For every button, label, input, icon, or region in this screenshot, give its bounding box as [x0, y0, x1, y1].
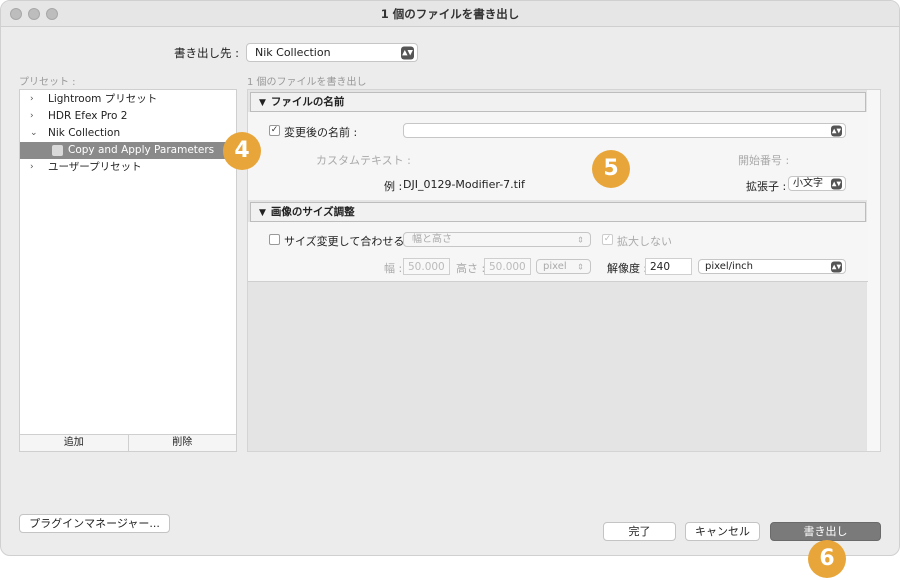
- height-input[interactable]: 50.000: [484, 258, 531, 275]
- add-preset-button[interactable]: 追加: [20, 435, 128, 451]
- start-number-label: 開始番号 :: [738, 154, 790, 167]
- image-sizing-header[interactable]: ▼ 画像のサイズ調整: [250, 202, 866, 222]
- preset-folder-label: Nik Collection: [48, 127, 121, 139]
- preset-folder-user[interactable]: › ユーザープリセット: [20, 159, 236, 176]
- height-label: 高さ :: [456, 262, 486, 275]
- settings-scrollbar[interactable]: [866, 90, 880, 451]
- image-sizing-title: 画像のサイズ調整: [270, 206, 355, 218]
- updown-arrow-icon: ▲▼: [831, 178, 842, 189]
- resize-mode-value: 幅と高さ: [412, 234, 452, 245]
- disclosure-triangle-icon: ▼: [259, 208, 266, 218]
- resize-mode-select[interactable]: 幅と高さ ⇕: [403, 232, 591, 247]
- resize-label: サイズ変更して合わせる :: [284, 235, 412, 248]
- dont-enlarge-label: 拡大しない: [617, 235, 672, 248]
- resolution-label: 解像度 :: [607, 262, 648, 275]
- export-count-label: 1 個のファイルを書き出し: [247, 77, 367, 88]
- chevron-right-icon: ›: [30, 94, 34, 104]
- file-naming-body: ✓ 変更後の名前 : ▲▼ カスタムテキスト : 開始番号 : 例 : DJI_…: [248, 112, 868, 200]
- export-button[interactable]: 書き出し: [770, 522, 881, 541]
- step-badge-5: 5: [592, 150, 630, 188]
- title-bar: 1 個のファイルを書き出し: [1, 1, 899, 27]
- chevron-right-icon: ›: [30, 162, 34, 172]
- preset-folder-label: Lightroom プリセット: [48, 93, 158, 105]
- remove-preset-button[interactable]: 削除: [127, 435, 237, 451]
- step-badge-4: 4: [223, 132, 261, 170]
- export-destination-value: Nik Collection: [255, 46, 331, 59]
- rename-label: 変更後の名前 :: [284, 126, 358, 139]
- resolution-unit-value: pixel/inch: [705, 261, 753, 272]
- preset-folder-label: ユーザープリセット: [48, 161, 142, 173]
- updown-arrow-icon: ⇕: [577, 235, 584, 244]
- plugin-manager-button[interactable]: プラグインマネージャー...: [19, 514, 170, 533]
- image-sizing-body: サイズ変更して合わせる : 幅と高さ ⇕ ✓ 拡大しない 幅 : 50.000 …: [248, 222, 868, 282]
- updown-arrow-icon: ⇕: [577, 262, 584, 271]
- extension-label: 拡張子 :: [746, 180, 787, 193]
- resolution-input[interactable]: 240: [645, 258, 692, 275]
- size-unit-select[interactable]: pixel ⇕: [536, 259, 591, 274]
- extension-case-value: 小文字: [793, 178, 823, 189]
- export-destination-label: 書き出し先 :: [173, 46, 239, 60]
- preset-label: Copy and Apply Parameters: [68, 144, 215, 156]
- chevron-right-icon: ›: [30, 111, 34, 121]
- preset-folder-label: HDR Efex Pro 2: [48, 110, 128, 122]
- preset-folder-nik-collection[interactable]: ⌄ Nik Collection: [20, 125, 236, 142]
- window-title: 1 個のファイルを書き出し: [380, 7, 520, 21]
- size-unit-value: pixel: [543, 261, 567, 272]
- preset-copy-and-apply[interactable]: Copy and Apply Parameters: [20, 142, 236, 159]
- file-naming-title: ファイルの名前: [270, 96, 345, 108]
- preset-folder-lightroom[interactable]: › Lightroom プリセット: [20, 91, 236, 108]
- updown-arrow-icon: ▲▼: [831, 261, 842, 272]
- cancel-button[interactable]: キャンセル: [685, 522, 760, 541]
- preset-checkbox[interactable]: [52, 145, 63, 156]
- preset-folder-hdr-efex[interactable]: › HDR Efex Pro 2: [20, 108, 236, 125]
- width-label: 幅 :: [384, 262, 403, 275]
- dont-enlarge-checkbox[interactable]: ✓: [602, 234, 613, 245]
- disclosure-triangle-icon: ▼: [259, 98, 266, 108]
- example-filename: DJI_0129-Modifier-7.tif: [403, 178, 525, 191]
- export-destination-select[interactable]: Nik Collection ▲▼: [246, 43, 418, 62]
- step-badge-6: 6: [808, 540, 846, 578]
- done-button[interactable]: 完了: [603, 522, 676, 541]
- file-naming-header[interactable]: ▼ ファイルの名前: [250, 92, 866, 112]
- export-settings-panel: ▼ ファイルの名前 ✓ 変更後の名前 : ▲▼ カスタムテキスト : 開始番号 :…: [247, 89, 881, 452]
- resize-checkbox[interactable]: [269, 234, 280, 245]
- rename-template-select[interactable]: ▲▼: [403, 123, 846, 138]
- export-dialog: 1 個のファイルを書き出し 書き出し先 : Nik Collection ▲▼ …: [0, 0, 900, 556]
- example-label: 例 :: [384, 180, 403, 193]
- updown-arrow-icon: ▲▼: [831, 125, 842, 136]
- chevron-down-icon: ⌄: [30, 128, 38, 138]
- preset-list: › Lightroom プリセット › HDR Efex Pro 2 ⌄ Nik…: [19, 89, 237, 435]
- updown-arrow-icon: ▲▼: [401, 46, 414, 59]
- resolution-unit-select[interactable]: pixel/inch ▲▼: [698, 259, 846, 274]
- width-input[interactable]: 50.000: [403, 258, 450, 275]
- custom-text-label: カスタムテキスト :: [316, 154, 411, 167]
- extension-case-select[interactable]: 小文字 ▲▼: [788, 176, 846, 191]
- preset-buttons: 追加 削除: [19, 434, 237, 452]
- presets-label: プリセット :: [19, 77, 76, 88]
- rename-checkbox[interactable]: ✓: [269, 125, 280, 136]
